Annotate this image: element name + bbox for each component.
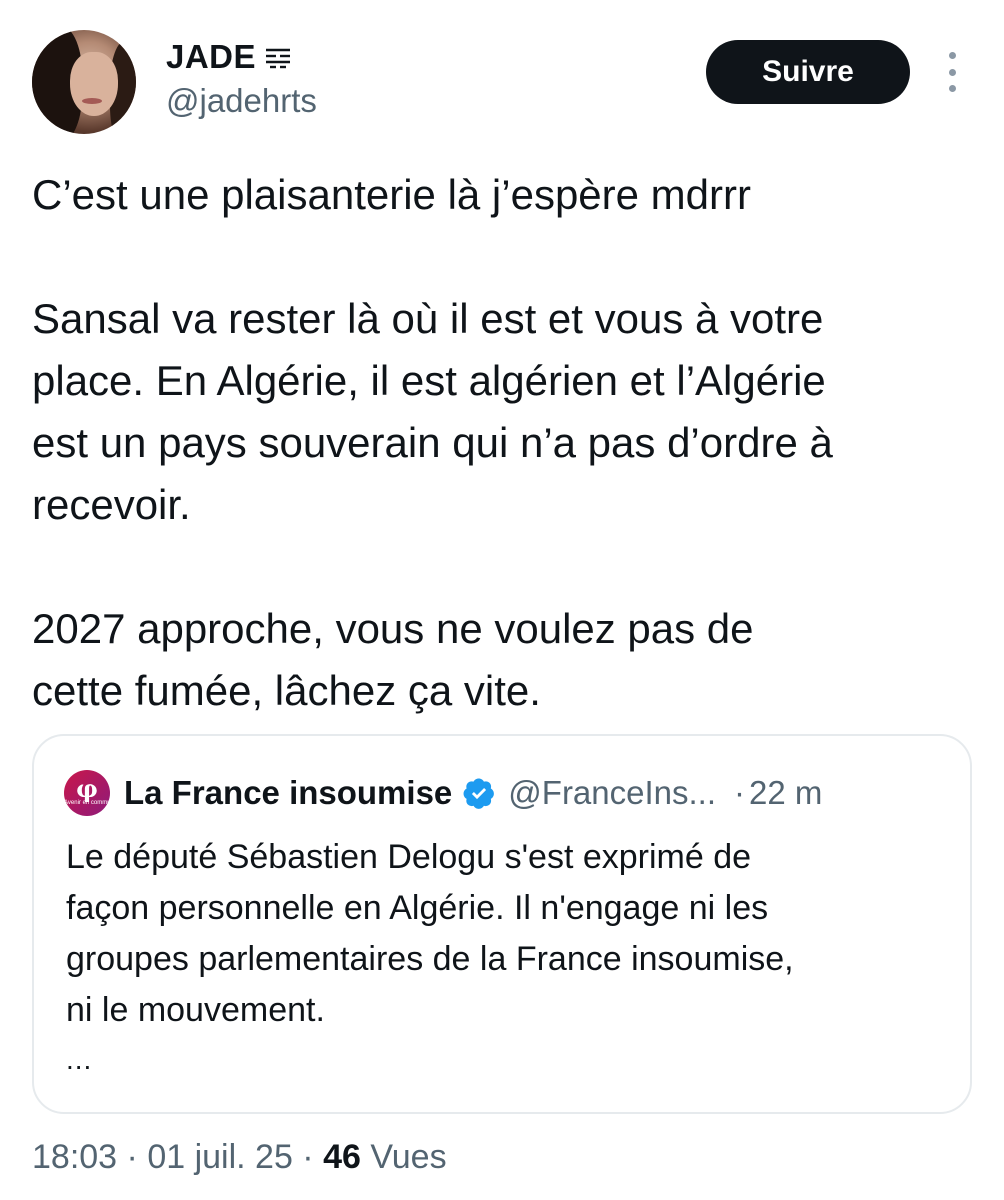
tweet-line: 2027 approche, vous ne voulez pas de xyxy=(32,605,754,652)
meta-separator: · xyxy=(117,1138,148,1176)
quote-line: groupes parlementaires de la France inso… xyxy=(66,940,794,978)
tweet-date[interactable]: 01 juil. 25 xyxy=(147,1138,293,1176)
quote-line: ni le mouvement. xyxy=(66,991,325,1029)
more-dot xyxy=(948,85,956,92)
views-count[interactable]: 46 xyxy=(323,1138,361,1176)
vertical-ellipsis-icon[interactable] xyxy=(940,52,964,92)
quoted-tweet-header: φ Avenir en commun La France insoumise @… xyxy=(64,770,822,816)
lfi-logo-avatar[interactable]: φ Avenir en commun xyxy=(64,770,114,816)
more-dot xyxy=(948,68,956,76)
verified-badge-icon xyxy=(463,778,495,809)
quoted-tweet-time[interactable]: 22 m xyxy=(749,774,822,812)
avatar-mouth xyxy=(82,98,102,104)
phi-logo-glyph: φ xyxy=(76,774,98,803)
tweet-line: place. En Algérie, il est algérien et l’… xyxy=(32,357,826,404)
quoted-author-name[interactable]: La France insoumise xyxy=(124,774,452,812)
views-label: Vues xyxy=(360,1138,447,1176)
quote-line: Le député Sébastien Delogu s'est exprimé… xyxy=(66,838,752,876)
tweet-line: recevoir. xyxy=(32,481,191,528)
tweet-page: JADE @jadehrts Suivre C’est une plaisant… xyxy=(0,0,1004,1200)
more-dot xyxy=(948,52,956,59)
tweet-meta: 18:03 · 01 juil. 25 · 46 Vues xyxy=(32,1138,447,1177)
quote-truncation-ellipsis: ... xyxy=(66,1044,93,1075)
logo-caption: Avenir en commun xyxy=(64,800,114,806)
author-avatar[interactable] xyxy=(32,30,136,134)
quoted-author-handle[interactable]: @FranceIns... xyxy=(508,774,716,812)
author-name-row[interactable]: JADE xyxy=(166,38,292,76)
tweet-line: C’est une plaisanterie là j’espère mdrrr xyxy=(32,171,751,218)
quoted-tweet-text: Le député Sébastien Delogu s'est exprimé… xyxy=(66,832,946,1036)
meta-separator: · xyxy=(292,1138,324,1176)
tweet-line: cette fumée, lâchez ça vite. xyxy=(32,667,541,714)
broken-heart-lines-icon xyxy=(266,48,291,69)
separator-dot: · xyxy=(734,774,746,811)
author-handle[interactable]: @jadehrts xyxy=(166,82,317,120)
quoted-tweet-card[interactable]: φ Avenir en commun La France insoumise @… xyxy=(32,734,972,1114)
tweet-line: Sansal va rester là où il est et vous à … xyxy=(32,295,824,342)
tweet-time[interactable]: 18:03 xyxy=(32,1138,117,1176)
author-display-name[interactable]: JADE xyxy=(166,38,256,76)
tweet-line: est un pays souverain qui n’a pas d’ordr… xyxy=(32,419,833,466)
follow-button[interactable]: Suivre xyxy=(706,40,910,104)
avatar-face xyxy=(70,52,118,116)
tweet-text: C’est une plaisanterie là j’espère mdrrr… xyxy=(32,164,972,722)
quote-line: façon personnelle en Algérie. Il n'engag… xyxy=(66,889,769,927)
